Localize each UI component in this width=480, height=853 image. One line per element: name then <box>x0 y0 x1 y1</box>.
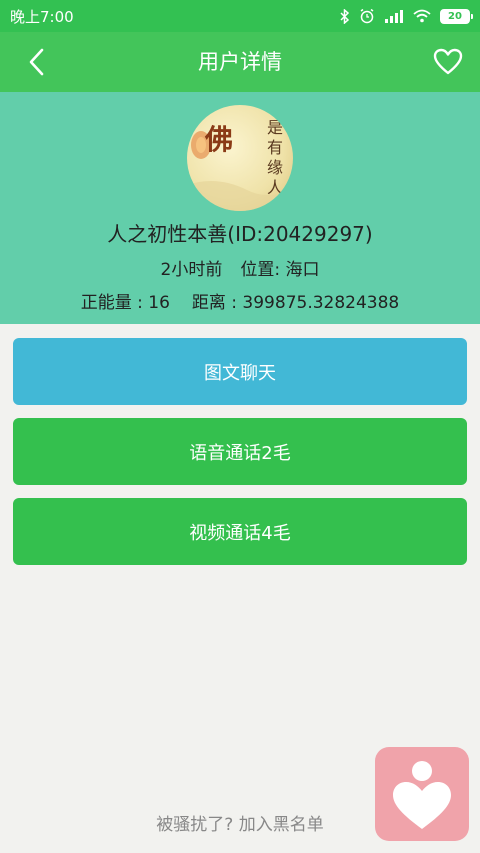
status-bar: 晚上7:00 20 <box>0 0 480 32</box>
svg-text:是: 是 <box>267 118 283 137</box>
favorite-button[interactable] <box>432 46 464 78</box>
avatar[interactable]: 佛 是 有 缘 人 <box>187 105 293 211</box>
battery-icon: 20 <box>440 8 473 24</box>
svg-text:缘: 缘 <box>267 158 283 177</box>
voice-call-button[interactable]: 语音通话2毛 <box>13 418 467 485</box>
signal-icon <box>385 9 403 23</box>
user-stats: 正能量 : 16 距离 : 399875.32824388 <box>0 288 480 313</box>
voice-call-label: 语音通话2毛 <box>189 442 291 464</box>
user-meta: 2小时前 位置: 海口 <box>0 255 480 280</box>
video-call-button[interactable]: 视频通话4毛 <box>13 498 467 565</box>
status-time: 晚上7:00 <box>10 7 74 26</box>
alarm-icon <box>360 8 374 24</box>
floating-heart-button[interactable] <box>375 747 469 841</box>
svg-text:人: 人 <box>267 178 283 197</box>
avatar-image: 佛 是 有 缘 人 <box>187 118 293 211</box>
battery-level: 20 <box>448 10 462 22</box>
last-active: 2小时前 <box>160 260 223 280</box>
chat-button-label: 图文聊天 <box>204 362 276 384</box>
energy-value: 正能量 : 16 <box>80 293 170 313</box>
wifi-icon <box>413 9 431 23</box>
person-heart-icon <box>393 761 451 829</box>
chat-button[interactable]: 图文聊天 <box>13 338 467 405</box>
profile-section: 佛 是 有 缘 人 人之初性本善(ID:20429297) 2小时前 位置: 海口… <box>0 92 480 324</box>
user-name: 人之初性本善(ID:20429297) <box>107 222 373 246</box>
app-header: 用户详情 <box>0 32 480 92</box>
video-call-label: 视频通话4毛 <box>189 522 291 544</box>
status-icons: 20 <box>340 8 473 24</box>
location: 位置: 海口 <box>240 260 320 280</box>
distance-value: 距离 : 399875.32824388 <box>191 293 400 313</box>
bluetooth-icon <box>340 8 350 24</box>
svg-text:有: 有 <box>267 138 283 157</box>
page-title: 用户详情 <box>198 50 282 74</box>
heart-outline-icon <box>433 48 463 75</box>
svg-text:佛: 佛 <box>204 123 233 156</box>
